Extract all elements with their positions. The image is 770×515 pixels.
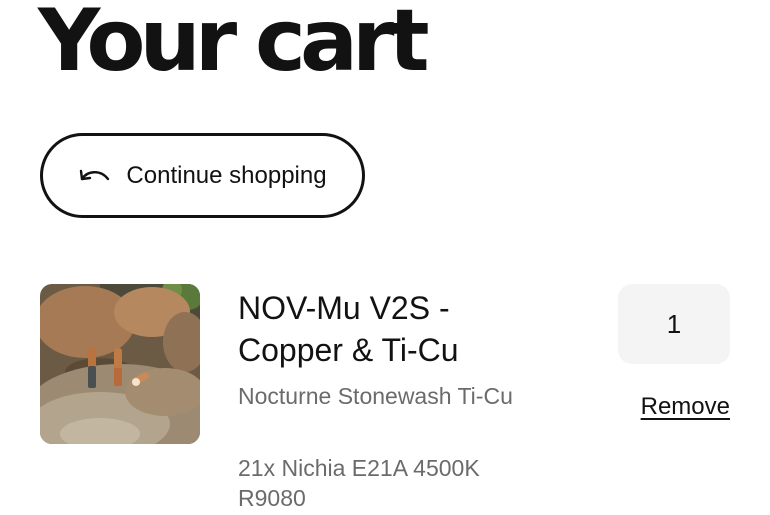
product-variant: Nocturne Stonewash Ti-Cu: [238, 383, 513, 409]
continue-shopping-button[interactable]: Continue shopping: [40, 133, 365, 218]
continue-shopping-label: Continue shopping: [126, 161, 327, 189]
product-image[interactable]: [40, 284, 200, 444]
quantity-field[interactable]: 1: [618, 284, 730, 364]
undo-arrow-icon: [78, 165, 112, 187]
product-name[interactable]: NOV-Mu V2S - Copper & Ti-Cu: [238, 287, 538, 371]
page-title: Your cart: [38, 0, 430, 91]
product-spec: 21x Nichia E21A 4500K R9080: [238, 455, 480, 511]
remove-link[interactable]: Remove: [641, 393, 730, 421]
